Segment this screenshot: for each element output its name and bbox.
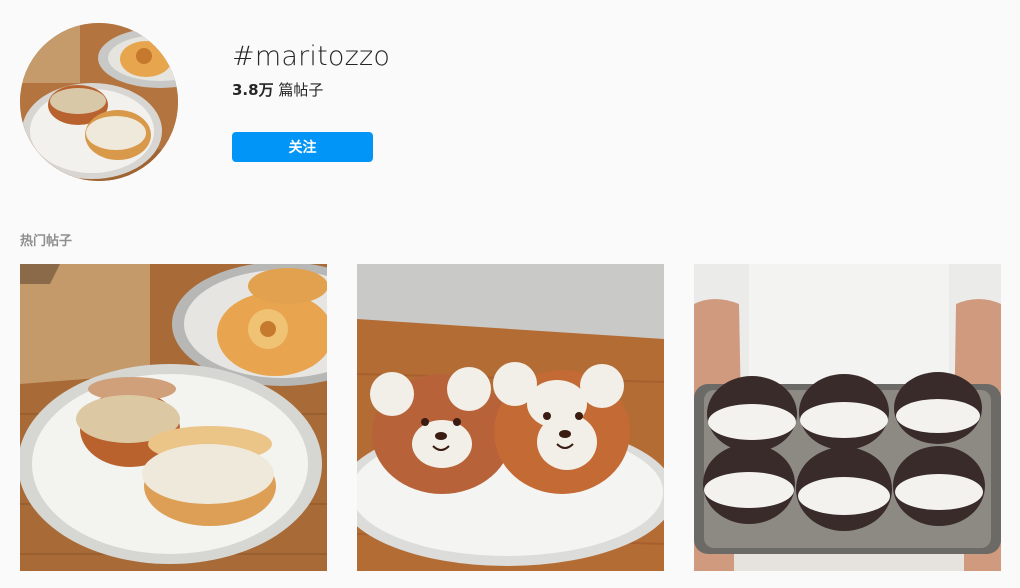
post-image-chocolate-tray xyxy=(694,264,1001,571)
hashtag-title: #maritozzo xyxy=(232,41,391,72)
post-tile-2[interactable] xyxy=(357,264,664,571)
post-count-number: 3.8万 xyxy=(232,81,274,99)
maritozzo-avatar-image xyxy=(20,23,178,181)
post-count-suffix: 篇帖子 xyxy=(278,81,324,99)
post-image-maritozzo-plate xyxy=(20,264,327,571)
post-image-bear-buns xyxy=(357,264,664,571)
post-tile-3[interactable] xyxy=(694,264,1001,571)
hashtag-page: #maritozzo 3.8万 篇帖子 关注 热门帖子 xyxy=(0,0,1020,588)
top-posts-label: 热门帖子 xyxy=(20,234,73,249)
hashtag-header: #maritozzo 3.8万 篇帖子 xyxy=(232,40,390,100)
post-tile-1[interactable] xyxy=(20,264,327,571)
hashtag-avatar xyxy=(20,23,178,181)
post-count: 3.8万 篇帖子 xyxy=(232,80,390,100)
follow-button[interactable]: 关注 xyxy=(232,132,373,162)
